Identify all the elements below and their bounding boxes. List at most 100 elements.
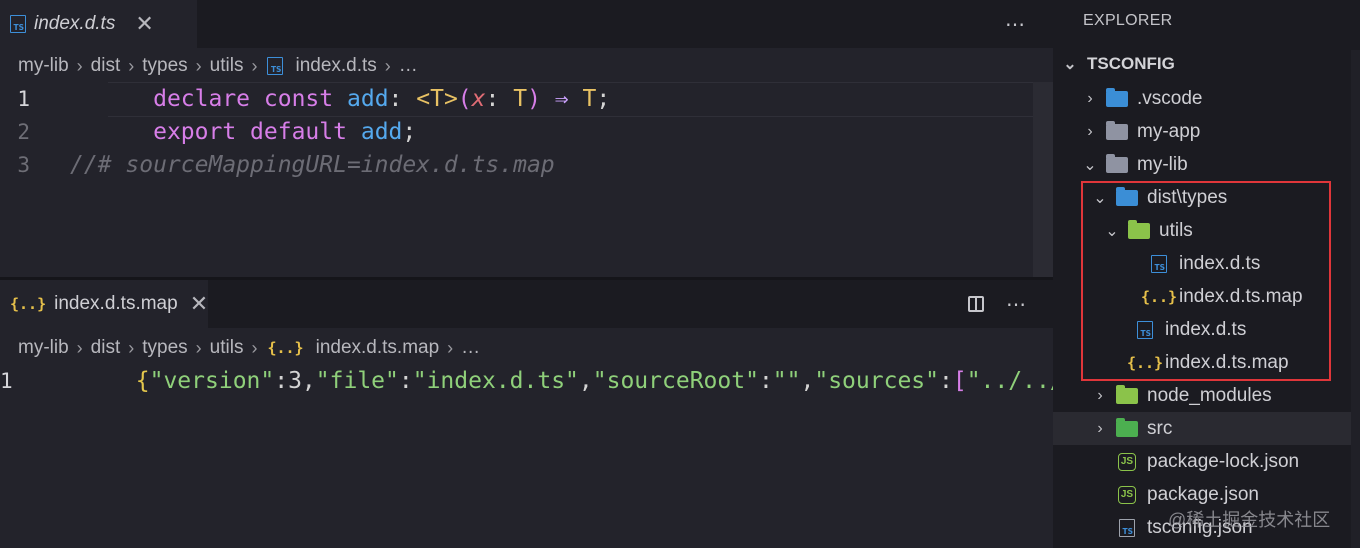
chevron-right-icon: › — [195, 337, 202, 358]
tree-item-dist-types[interactable]: ⌄ dist\types — [1053, 181, 1360, 214]
chevron-right-icon: › — [128, 337, 135, 358]
vscode-folder-icon — [1105, 87, 1129, 109]
json-braces-icon: {..} — [1126, 353, 1164, 372]
json-braces-icon: {..} — [10, 295, 47, 313]
breadcrumb-item[interactable]: dist — [91, 337, 121, 359]
top-tab-bar: TS index.d.ts ✕ ⋯ — [0, 0, 1053, 48]
code-token: { — [135, 367, 150, 394]
close-icon[interactable]: ✕ — [135, 13, 153, 35]
utils-folder-icon — [1127, 219, 1151, 241]
chevron-right-icon: › — [1087, 89, 1093, 107]
breadcrumb-item[interactable]: index.d.ts.map — [316, 337, 440, 359]
tree-item-label: .vscode — [1137, 87, 1203, 109]
breadcrumb-item[interactable]: … — [461, 337, 480, 359]
tree-item-node-modules[interactable]: › node_modules — [1053, 379, 1360, 412]
code-token: , — [800, 367, 815, 394]
code-token: [ — [952, 367, 967, 394]
code-token: ; — [596, 85, 611, 112]
tree-item-label: index.d.ts — [1165, 318, 1247, 340]
close-icon[interactable]: ✕ — [190, 293, 208, 315]
tree-item-vscode[interactable]: › .vscode — [1053, 82, 1360, 115]
tsconfig-icon: TS — [1115, 518, 1139, 538]
breadcrumb-item[interactable]: my-lib — [18, 337, 69, 359]
explorer-panel: EXPLORER ⌄ TSCONFIG › .vscode › my-app ⌄… — [1053, 0, 1360, 548]
tree-item-src[interactable]: › src — [1053, 412, 1360, 445]
folder-icon — [1105, 120, 1129, 142]
nodejs-icon: JS — [1115, 485, 1139, 505]
code-token: ⇒ — [554, 85, 569, 112]
more-actions-icon[interactable]: ⋯ — [1006, 292, 1026, 317]
breadcrumb: my-lib › dist › types › utils › {..} ind… — [18, 331, 480, 365]
tab-label: index.d.ts — [34, 13, 116, 34]
breadcrumb-item[interactable]: utils — [210, 337, 244, 359]
more-actions-icon[interactable]: ⋯ — [1005, 12, 1025, 37]
tree-item-file[interactable]: {..} index.d.ts.map — [1053, 346, 1360, 379]
code-token: "" — [772, 367, 801, 394]
tree-item-file[interactable]: JS package-lock.json — [1053, 445, 1360, 478]
tree-item-label: package-lock.json — [1147, 450, 1300, 472]
code-token: ; — [402, 118, 417, 145]
breadcrumb-item[interactable]: my-lib — [18, 55, 69, 77]
chevron-right-icon: › — [76, 337, 83, 358]
code-token: ( — [457, 85, 472, 112]
typescript-file-icon: TS — [10, 15, 26, 33]
typescript-file-icon: TS — [1133, 320, 1157, 340]
explorer-title: EXPLORER — [1083, 12, 1173, 29]
code-line[interactable]: 1 {"version":3,"file":"index.d.ts","sour… — [0, 364, 1053, 397]
tab-index-d-ts[interactable]: TS index.d.ts ✕ — [0, 0, 197, 48]
editor-area: TS index.d.ts ✕ ⋯ my-lib › dist › types … — [0, 0, 1053, 548]
tree-item-label: my-app — [1137, 120, 1201, 142]
tree-item-label: package.json — [1147, 483, 1259, 505]
code-token: ) — [527, 85, 555, 112]
code-line[interactable]: 3 //# sourceMappingURL=index.d.ts.map — [0, 148, 1053, 181]
src-folder-icon — [1115, 417, 1139, 439]
line-number: 3 — [17, 152, 30, 177]
tree-item-file[interactable]: {..} index.d.ts.map — [1053, 280, 1360, 313]
tree-item-my-app[interactable]: › my-app — [1053, 115, 1360, 148]
folder-open-icon — [1105, 153, 1129, 175]
code-token: : — [398, 367, 413, 394]
tree-item-label: dist\types — [1147, 186, 1228, 208]
code-token: <T> — [416, 85, 458, 112]
code-comment: //# sourceMappingURL=index.d.ts.map — [70, 151, 555, 178]
tree-item-label: src — [1147, 417, 1173, 439]
code-token: : — [938, 367, 953, 394]
tab-index-d-ts-map[interactable]: {..} index.d.ts.map ✕ — [0, 280, 208, 328]
chevron-down-icon: ⌄ — [1083, 156, 1097, 174]
json-braces-icon: {..} — [1140, 287, 1178, 306]
tree-item-label: node_modules — [1147, 384, 1272, 406]
code-token: "../../ — [966, 367, 1053, 394]
tree-item-utils[interactable]: ⌄ utils — [1053, 214, 1360, 247]
tree-item-label: utils — [1159, 219, 1193, 241]
chevron-right-icon: › — [1087, 122, 1093, 140]
workspace-section-header[interactable]: ⌄ TSCONFIG — [1061, 54, 1175, 74]
tree-item-file[interactable]: TS index.d.ts — [1053, 247, 1360, 280]
explorer-scrollbar[interactable] — [1351, 50, 1360, 548]
tree-item-my-lib[interactable]: ⌄ my-lib — [1053, 148, 1360, 181]
watermark: @稀土掘金技术社区 — [1168, 510, 1331, 530]
code-token: "file" — [315, 367, 399, 394]
code-line[interactable]: 2 export default add; — [0, 115, 1053, 148]
chevron-right-icon: › — [1097, 386, 1103, 404]
code-token: : — [485, 85, 514, 112]
line-number: 2 — [17, 119, 30, 144]
code-token: default — [250, 118, 347, 145]
nodejs-icon: JS — [1115, 452, 1139, 472]
breadcrumb-item[interactable]: types — [142, 337, 187, 359]
code-token: add — [360, 118, 403, 145]
code-token: :3, — [274, 367, 316, 394]
tree-item-label: my-lib — [1137, 153, 1188, 175]
chevron-right-icon: › — [251, 337, 258, 358]
line-number: 1 — [0, 368, 13, 393]
code-token: "index.d.ts" — [412, 367, 579, 394]
code-token: T — [582, 85, 597, 112]
tab-actions: ⋯ — [1005, 0, 1025, 48]
code-token: , — [578, 367, 593, 394]
json-braces-icon: {..} — [267, 339, 304, 357]
split-editor-icon[interactable] — [968, 296, 984, 312]
line-number: 1 — [17, 86, 30, 111]
typescript-folder-icon — [1115, 186, 1139, 208]
tree-item-file[interactable]: TS index.d.ts — [1053, 313, 1360, 346]
